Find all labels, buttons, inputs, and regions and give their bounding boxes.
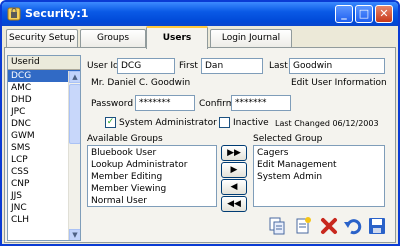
window-title: Security:1 xyxy=(25,7,89,20)
window-app-icon xyxy=(7,7,21,21)
new-icon[interactable] xyxy=(293,216,313,236)
maximize-button[interactable]: □ xyxy=(355,5,373,23)
save-icon[interactable] xyxy=(367,216,387,236)
userid-field[interactable]: DCG xyxy=(117,58,175,74)
scroll-thumb[interactable] xyxy=(69,84,80,144)
confirm-label: Confirm xyxy=(199,99,235,109)
tab-groups[interactable]: Groups xyxy=(80,29,146,48)
undo-icon[interactable] xyxy=(343,216,363,236)
last-name-label: Last xyxy=(269,61,288,71)
copy-icon[interactable] xyxy=(267,216,287,236)
remove-all-groups-button[interactable]: ◀◀ xyxy=(221,196,247,212)
add-group-button[interactable]: ▶ xyxy=(221,162,247,178)
tab-security-setup[interactable]: Security Setup xyxy=(6,29,78,48)
system-administrator-label: System Administrator xyxy=(119,118,217,128)
minimize-button[interactable]: _ xyxy=(335,5,353,23)
userid-scrollbar[interactable]: ▲ ▼ xyxy=(68,71,80,240)
selected-group-item[interactable]: Cagers xyxy=(254,147,384,159)
available-group-item[interactable]: Lookup Administrator xyxy=(88,159,216,171)
scroll-down-icon[interactable]: ▼ xyxy=(69,229,80,240)
edit-user-information-link[interactable]: Edit User Information xyxy=(291,78,387,88)
users-panel: Userid DCG AMC DHD JPC DNC GWM SMS LCP CSS CNP JJS… xyxy=(4,47,396,243)
security-window: Security:1 _ □ ✕ Security Setup Groups U… xyxy=(0,0,400,246)
userid-label: User Id xyxy=(87,61,119,71)
available-groups-list[interactable]: Bluebook User Lookup Administrator Member … xyxy=(87,145,217,207)
available-group-item[interactable]: Member Editing xyxy=(88,171,216,183)
available-groups-label: Available Groups xyxy=(87,134,163,144)
last-name-field[interactable]: Goodwin xyxy=(289,58,385,74)
password-label: Password xyxy=(91,99,134,109)
scroll-up-icon[interactable]: ▲ xyxy=(69,71,80,83)
selected-group-item[interactable]: Edit Management xyxy=(254,159,384,171)
selected-groups-rows: Cagers Edit Management System Admin xyxy=(254,146,384,183)
full-name-text: Mr. Daniel C. Goodwin xyxy=(91,78,191,88)
available-groups-rows: Bluebook User Lookup Administrator Member … xyxy=(88,146,216,206)
last-changed-text: Last Changed 06/12/2003 xyxy=(275,119,379,128)
first-name-label: First xyxy=(179,61,198,71)
system-administrator-checkbox[interactable]: ✓ xyxy=(105,117,116,128)
tab-users[interactable]: Users xyxy=(146,26,208,49)
userid-list-header: Userid xyxy=(8,56,80,70)
tab-strip: Security Setup Groups Users Login Journa… xyxy=(2,26,398,49)
inactive-checkbox[interactable] xyxy=(219,117,230,128)
first-name-field[interactable]: Dan xyxy=(201,58,263,74)
confirm-field[interactable]: ******* xyxy=(231,95,291,111)
add-all-groups-button[interactable]: ▶▶ xyxy=(221,145,247,161)
tab-login-journal[interactable]: Login Journal xyxy=(210,29,292,48)
selected-group-label: Selected Group xyxy=(253,134,323,144)
userid-list[interactable]: Userid DCG AMC DHD JPC DNC GWM SMS LCP CSS CNP JJS… xyxy=(7,55,81,241)
close-button[interactable]: ✕ xyxy=(375,5,393,23)
available-group-item[interactable]: Member Viewing xyxy=(88,183,216,195)
selected-group-item[interactable]: System Admin xyxy=(254,171,384,183)
available-group-item[interactable]: Bluebook User xyxy=(88,147,216,159)
delete-icon[interactable] xyxy=(319,216,339,236)
password-field[interactable]: ******* xyxy=(135,95,195,111)
title-bar: Security:1 _ □ ✕ xyxy=(2,2,398,26)
inactive-label: Inactive xyxy=(233,118,269,128)
available-group-item[interactable]: Normal User xyxy=(88,195,216,206)
selected-groups-list[interactable]: Cagers Edit Management System Admin xyxy=(253,145,385,207)
remove-group-button[interactable]: ◀ xyxy=(221,179,247,195)
